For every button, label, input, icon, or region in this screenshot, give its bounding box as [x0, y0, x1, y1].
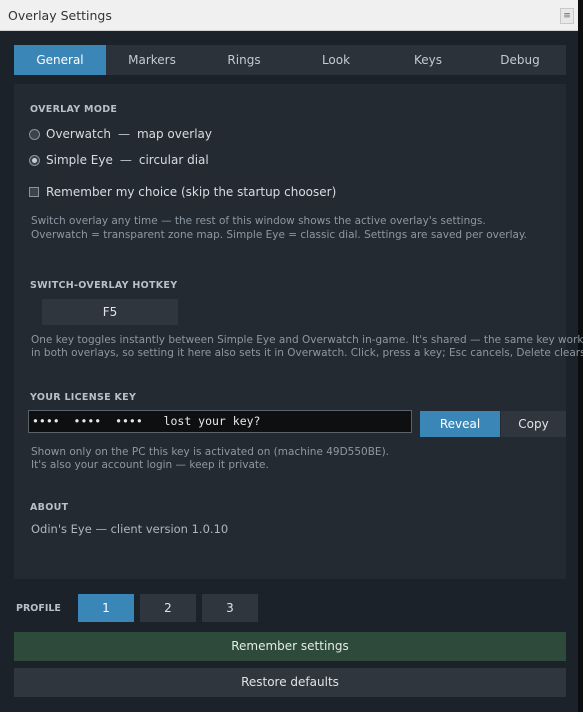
profile-button-3[interactable]: 3: [202, 594, 258, 622]
overlay-hint-2: Overwatch = transparent zone map. Simple…: [31, 229, 528, 241]
client-version: Odin's Eye — client version 1.0.10: [31, 522, 229, 536]
overlay-hint-1: Switch overlay any time — the rest of th…: [31, 215, 486, 227]
remember-choice-checkbox[interactable]: [29, 187, 39, 197]
hotkey-hint-2: in both overlays, so setting it here als…: [31, 347, 583, 359]
profile-button-1[interactable]: 1: [78, 594, 134, 622]
remember-choice-row[interactable]: Remember my choice (skip the startup cho…: [29, 185, 336, 199]
option-desc: map overlay: [136, 127, 212, 141]
window-title: Overlay Settings: [8, 8, 112, 23]
license-hint-1: Shown only on the PC this key is activat…: [31, 446, 389, 458]
license-label: YOUR LICENSE KEY: [30, 392, 137, 403]
window-menu-icon[interactable]: ≡: [560, 8, 574, 24]
tab-bar: General Markers Rings Look Keys Debug: [14, 45, 566, 75]
radio-simple-eye[interactable]: [29, 154, 40, 166]
option-name: Simple Eye: [46, 153, 113, 167]
title-bar: Overlay Settings ≡: [0, 0, 578, 31]
profile-button-2[interactable]: 2: [140, 594, 196, 622]
tab-debug[interactable]: Debug: [474, 45, 566, 75]
restore-defaults-button[interactable]: Restore defaults: [14, 668, 566, 697]
tab-general[interactable]: General: [14, 45, 106, 75]
overlay-option-overwatch[interactable]: Overwatch — map overlay: [29, 127, 212, 141]
remember-settings-button[interactable]: Remember settings: [14, 632, 566, 661]
about-label: ABOUT: [30, 502, 69, 513]
tab-look[interactable]: Look: [290, 45, 382, 75]
license-key-field[interactable]: •••• •••• •••• lost your key?: [28, 410, 412, 433]
overlay-mode-label: OVERLAY MODE: [30, 104, 118, 115]
license-hint-2: It's also your account login — keep it p…: [31, 459, 269, 471]
option-separator: —: [119, 153, 132, 167]
option-separator: —: [117, 127, 130, 141]
remember-choice-label: Remember my choice (skip the startup cho…: [46, 185, 337, 199]
copy-button[interactable]: Copy: [501, 411, 566, 437]
hotkey-button[interactable]: F5: [42, 299, 178, 325]
general-panel: OVERLAY MODE Overwatch — map overlay Sim…: [14, 84, 583, 579]
hotkey-label: SWITCH-OVERLAY HOTKEY: [30, 280, 178, 291]
tab-rings[interactable]: Rings: [198, 45, 290, 75]
option-name: Overwatch: [46, 127, 111, 141]
reveal-button[interactable]: Reveal: [420, 411, 500, 437]
tab-keys[interactable]: Keys: [382, 45, 474, 75]
option-desc: circular dial: [138, 153, 209, 167]
overlay-option-simple-eye[interactable]: Simple Eye — circular dial: [29, 153, 209, 167]
tab-markers[interactable]: Markers: [106, 45, 198, 75]
hotkey-hint-1: One key toggles instantly between Simple…: [31, 334, 583, 346]
radio-overwatch[interactable]: [29, 128, 40, 140]
profile-label: PROFILE: [16, 603, 61, 614]
